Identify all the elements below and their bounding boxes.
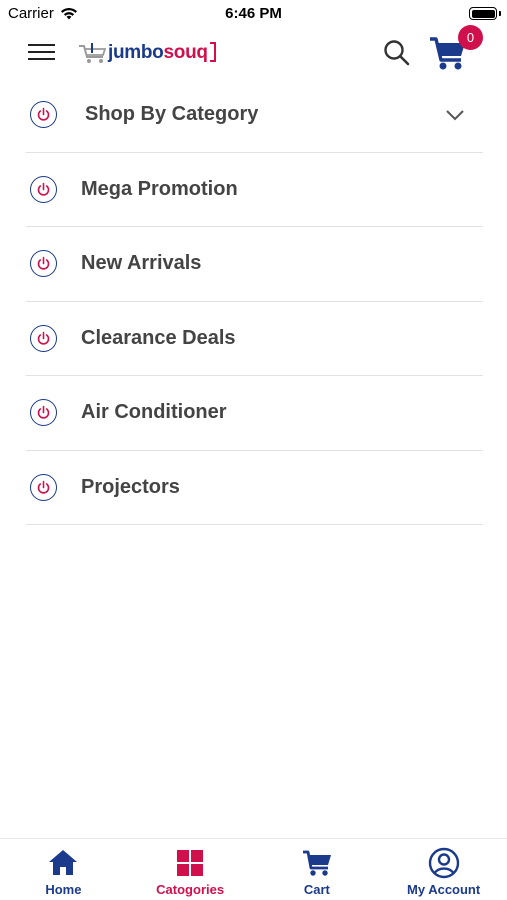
menu-item-label: Clearance Deals xyxy=(81,326,236,349)
status-bar: Carrier 6:46 PM xyxy=(0,0,507,28)
home-icon xyxy=(49,850,78,875)
battery-icon xyxy=(469,7,497,20)
tab-categories[interactable]: Catogories xyxy=(127,839,254,900)
menu-line xyxy=(28,43,55,46)
menu-item-air-conditioner[interactable]: Air Conditioner xyxy=(26,376,483,451)
tab-label: My Account xyxy=(407,882,481,897)
side-menu-list: Shop By Category Mega Promotion New Arri… xyxy=(26,78,483,525)
cart-count-badge: 0 xyxy=(458,25,483,50)
app-header: jumbosouq 0 xyxy=(0,25,507,78)
power-icon xyxy=(30,473,57,501)
menu-line xyxy=(28,50,55,53)
logo-text: jumbosouq xyxy=(108,42,208,64)
tab-label: Catogories xyxy=(156,882,225,897)
logo-cart-icon xyxy=(79,43,107,63)
power-icon xyxy=(30,399,57,427)
menu-item-label: Projectors xyxy=(81,475,180,498)
menu-line xyxy=(28,57,55,60)
tab-my-account[interactable]: My Account xyxy=(380,839,507,900)
menu-item-label: New Arrivals xyxy=(81,252,202,275)
cart-icon xyxy=(302,850,331,876)
bottom-tab-bar: Home Catogories Cart My Account xyxy=(0,838,507,900)
grid-icon xyxy=(177,850,204,876)
tab-label: Home xyxy=(45,882,82,897)
logo-text-jumbo: jumbo xyxy=(108,42,164,63)
logo-bracket-icon xyxy=(209,42,216,62)
tab-cart[interactable]: Cart xyxy=(254,839,381,900)
hamburger-menu-button[interactable] xyxy=(28,40,58,64)
menu-item-mega-promotion[interactable]: Mega Promotion xyxy=(26,153,483,227)
battery-tip xyxy=(499,11,501,16)
power-icon xyxy=(30,324,57,352)
menu-item-label: Mega Promotion xyxy=(81,177,238,200)
search-icon xyxy=(384,40,410,66)
menu-item-new-arrivals[interactable]: New Arrivals xyxy=(26,227,483,302)
jumbosouq-logo[interactable]: jumbosouq xyxy=(78,36,217,70)
search-button[interactable] xyxy=(382,38,412,68)
menu-item-shop-by-category[interactable]: Shop By Category xyxy=(26,78,483,153)
power-icon xyxy=(30,101,57,129)
logo-text-souq: souq xyxy=(163,42,208,63)
status-time: 6:46 PM xyxy=(225,5,282,22)
menu-item-label: Shop By Category xyxy=(85,103,259,126)
account-icon xyxy=(428,847,459,879)
tab-label: Cart xyxy=(303,882,330,897)
tab-home[interactable]: Home xyxy=(0,839,127,900)
menu-item-clearance-deals[interactable]: Clearance Deals xyxy=(26,302,483,376)
chevron-down-icon[interactable] xyxy=(445,105,465,125)
power-icon xyxy=(30,250,57,278)
menu-item-label: Air Conditioner xyxy=(81,401,227,424)
power-icon xyxy=(30,175,57,203)
menu-item-projectors[interactable]: Projectors xyxy=(26,451,483,525)
